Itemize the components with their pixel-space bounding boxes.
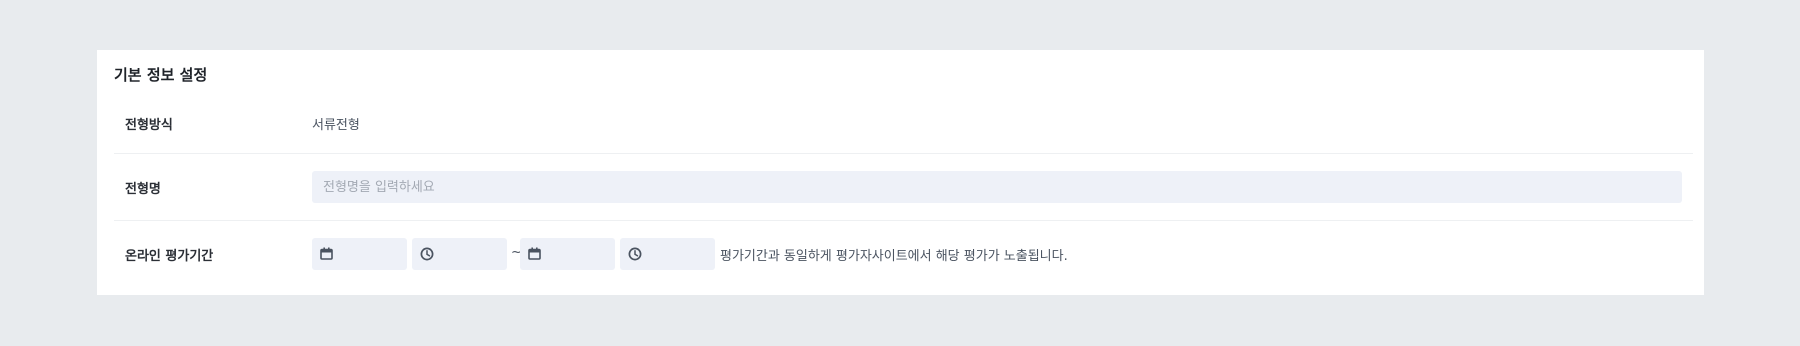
evaluation-period-controls: ~ 평가기간과 동일하게 평가자사이트에서 해당 평가가 노출됩니다. <box>312 238 1693 270</box>
basic-info-card: 기본 정보 설정 전형방식 서류전형 전형명 온라인 평가기간 <box>97 50 1704 295</box>
clock-icon <box>420 247 434 261</box>
selection-name-input[interactable] <box>312 171 1682 203</box>
row-selection-name: 전형명 <box>114 154 1693 221</box>
end-time-picker[interactable] <box>620 238 715 270</box>
selection-name-label: 전형명 <box>125 182 161 197</box>
section-title: 기본 정보 설정 <box>114 66 208 84</box>
start-time-picker[interactable] <box>412 238 507 270</box>
evaluation-period-label: 온라인 평가기간 <box>125 249 214 264</box>
evaluation-period-note: 평가기간과 동일하게 평가자사이트에서 해당 평가가 노출됩니다. <box>720 249 1068 264</box>
end-date-picker[interactable] <box>520 238 615 270</box>
row-evaluation-period: 온라인 평가기간 ~ 평가기간과 동일하게 평가자사이트에서 해당 평가가 노출… <box>114 221 1693 287</box>
row-selection-type: 전형방식 서류전형 <box>114 95 1693 154</box>
calendar-icon <box>320 247 333 260</box>
clock-icon <box>628 247 642 261</box>
selection-type-label: 전형방식 <box>125 118 173 133</box>
start-date-picker[interactable] <box>312 238 407 270</box>
calendar-icon <box>528 247 541 260</box>
selection-type-value: 서류전형 <box>312 118 360 133</box>
